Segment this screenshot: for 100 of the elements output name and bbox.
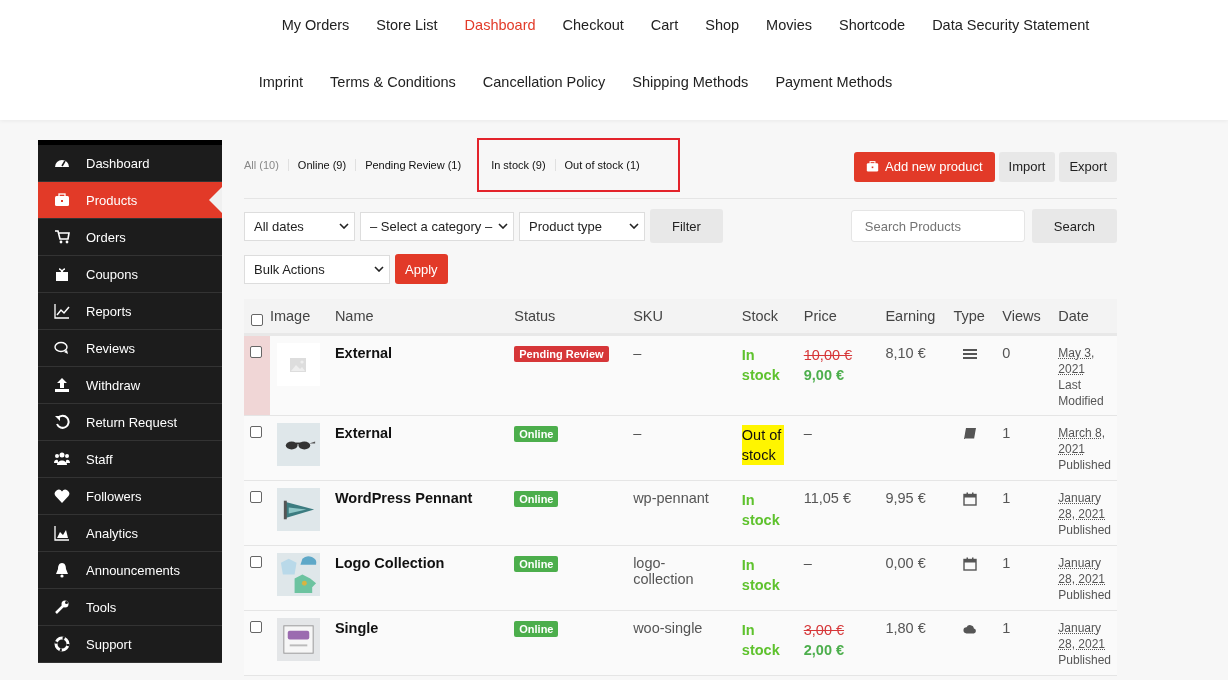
status-badge: Online <box>514 556 559 572</box>
row-checkbox[interactable] <box>250 491 262 503</box>
briefcase-icon <box>866 160 879 173</box>
menu-link[interactable]: Shop <box>705 17 740 33</box>
menu-link[interactable]: Shipping Methods <box>632 73 749 90</box>
menu-link[interactable]: Payment Methods <box>775 73 893 90</box>
sku-text: woo-single <box>633 620 703 636</box>
lifebuoy-icon <box>54 636 70 652</box>
product-name[interactable]: Single <box>334 620 379 636</box>
status-filter-link[interactable]: In stock (9) <box>482 159 555 171</box>
sidebar-item[interactable]: Reports <box>38 293 222 330</box>
sidebar-item[interactable]: Coupons <box>38 256 222 293</box>
selection-pointer <box>209 187 222 213</box>
sidebar-item[interactable]: Reviews <box>38 330 222 367</box>
column-header: Date <box>1058 308 1089 324</box>
product-type-select[interactable]: Product type <box>519 211 645 241</box>
status-filter-link[interactable]: All (10) <box>244 159 288 171</box>
add-product-button[interactable]: Add new product <box>854 151 995 182</box>
menu-link[interactable]: Store List <box>376 17 438 33</box>
stock-status: In stock <box>741 556 781 595</box>
stock-status: In stock <box>741 491 781 530</box>
product-name[interactable]: Logo Collection <box>334 555 445 571</box>
sidebar-item[interactable]: Staff <box>38 441 222 478</box>
menu-link[interactable]: Shortcode <box>839 17 906 33</box>
sidebar-item[interactable]: Support <box>38 626 222 663</box>
views-count: 1 <box>1002 555 1011 571</box>
column-header: Views <box>1002 308 1041 324</box>
sidebar-item[interactable]: Followers <box>38 478 222 515</box>
menu-link[interactable]: Imprint <box>258 73 304 90</box>
sidebar-item[interactable]: Return Request <box>38 404 222 441</box>
date-select[interactable]: All dates <box>244 211 355 241</box>
sku-text: logo-collection <box>633 555 695 587</box>
row-checkbox[interactable] <box>250 426 262 438</box>
row-checkbox[interactable] <box>250 621 262 633</box>
sidebar-item[interactable]: Products <box>38 182 222 219</box>
menu-link[interactable]: Dashboard <box>464 17 536 33</box>
import-button[interactable]: Import <box>998 151 1056 182</box>
menu-link[interactable]: Terms & Conditions <box>330 73 456 90</box>
row-checkbox[interactable] <box>250 346 262 358</box>
sidebar-item[interactable]: Withdraw <box>38 367 222 404</box>
stock-status: In stock <box>741 346 781 385</box>
export-button[interactable]: Export <box>1059 151 1117 182</box>
bell-icon <box>54 562 70 578</box>
heart-icon <box>54 488 70 504</box>
stock-status: In stock <box>741 621 781 660</box>
row-checkbox[interactable] <box>250 556 262 568</box>
sale-price: 2,00 € <box>803 641 845 660</box>
bulk-actions-select[interactable]: Bulk Actions <box>244 254 390 284</box>
price-text: – <box>803 555 812 571</box>
category-select[interactable]: – Select a category – <box>360 211 514 241</box>
chevron-down-icon <box>629 223 639 229</box>
views-count: 1 <box>1002 490 1011 506</box>
column-header: Image <box>269 308 311 324</box>
status-badge: Online <box>514 491 559 507</box>
chevron-down-icon <box>374 266 384 272</box>
menu-link[interactable]: Movies <box>766 17 813 33</box>
regular-price: 3,00 € <box>803 621 845 640</box>
wrench-icon <box>54 599 70 615</box>
sidebar-item[interactable]: Announcements <box>38 552 222 589</box>
date-text: January 28, 2021 <box>1058 555 1106 587</box>
status-filter-link[interactable]: Out of stock (1) <box>554 159 649 171</box>
product-name[interactable]: WordPress Pennant <box>334 490 473 506</box>
sku-text: wp-pennant <box>633 490 709 506</box>
menu-link[interactable]: My Orders <box>281 17 350 33</box>
column-header: Earning <box>885 308 936 324</box>
sidebar-item[interactable]: Orders <box>38 219 222 256</box>
stock-status: Out of stock <box>741 425 784 465</box>
search-field[interactable]: Search Products <box>850 210 1025 242</box>
filter-button[interactable]: Filter <box>650 209 723 243</box>
chevron-down-icon <box>498 223 508 229</box>
image-placeholder-icon <box>290 357 307 372</box>
column-header: SKU <box>633 308 663 324</box>
apply-button[interactable]: Apply <box>395 254 448 284</box>
menu-link[interactable]: Cancellation Policy <box>482 73 606 90</box>
date-text: March 8, 2021 <box>1058 425 1106 457</box>
menu-link[interactable]: Cart <box>650 17 679 33</box>
column-header: Stock <box>741 308 779 324</box>
price-text: 11,05 € <box>803 490 852 506</box>
select-all-checkbox[interactable] <box>251 313 263 326</box>
views-count: 1 <box>1002 425 1011 441</box>
product-name[interactable]: External <box>334 425 393 441</box>
sidebar-item[interactable]: Analytics <box>38 515 222 552</box>
status-badge: Online <box>514 621 559 637</box>
search-button[interactable]: Search <box>1031 209 1117 243</box>
menu-link[interactable]: Data Security Statement <box>932 17 1090 33</box>
status-badge: Pending Review <box>514 346 609 362</box>
menu-link[interactable]: Checkout <box>562 17 624 33</box>
date-status: Published <box>1058 522 1111 538</box>
people-icon <box>54 451 70 467</box>
product-name[interactable]: External <box>334 345 393 361</box>
column-header: Type <box>953 308 985 324</box>
column-header: Status <box>514 308 556 324</box>
status-filter-link[interactable]: Online (9) <box>287 159 356 171</box>
earning-text: 1,80 € <box>885 620 926 636</box>
sidebar-item[interactable]: Tools <box>38 589 222 626</box>
price-text: – <box>803 425 812 441</box>
date-status: Published <box>1058 652 1111 668</box>
date-text: January 28, 2021 <box>1058 620 1106 652</box>
date-text: January 28, 2021 <box>1058 490 1106 522</box>
status-filter-link[interactable]: Pending Review (1) <box>355 159 471 171</box>
